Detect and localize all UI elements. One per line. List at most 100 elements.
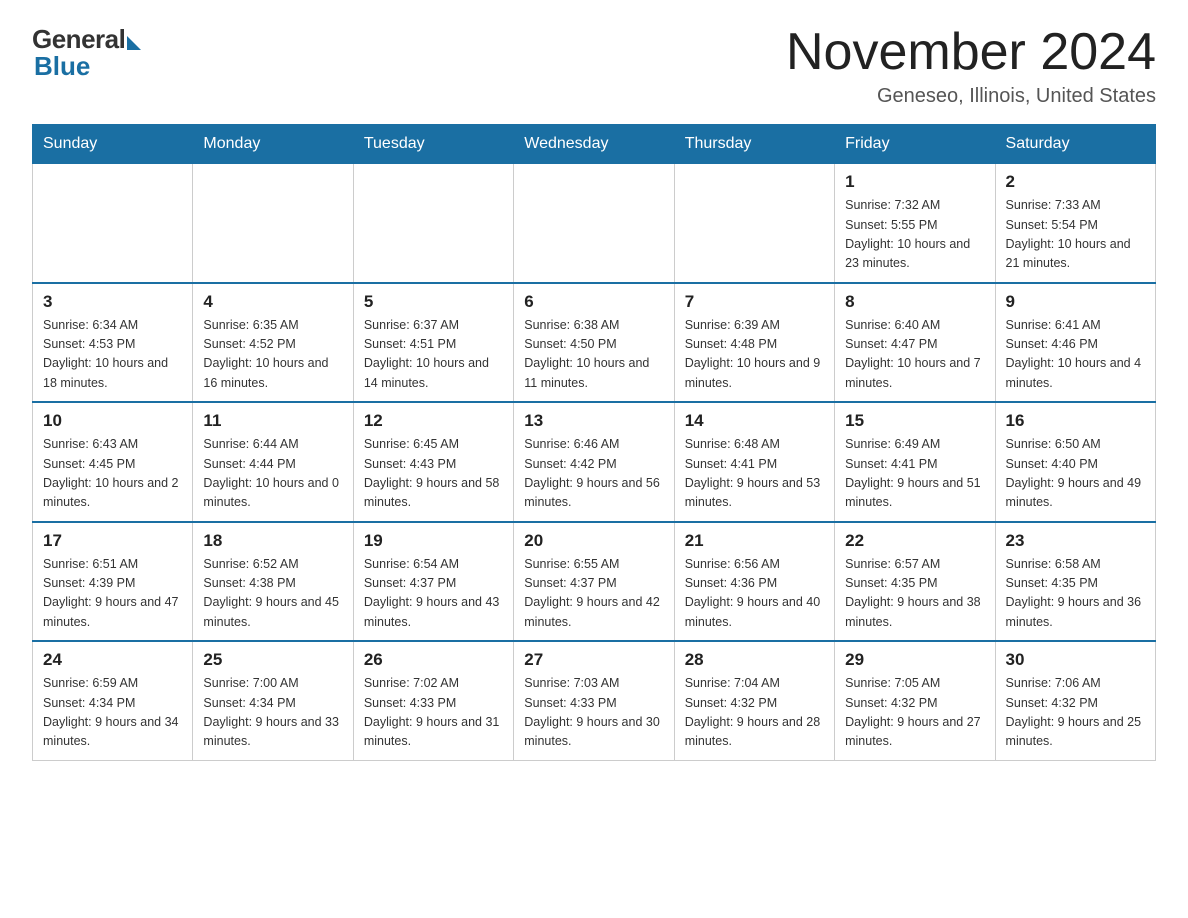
day-info: Sunrise: 6:48 AM Sunset: 4:41 PM Dayligh… [685,435,824,513]
day-cell-2-6: 16 Sunrise: 6:50 AM Sunset: 4:40 PM Dayli… [995,402,1155,522]
day-number: 14 [685,411,824,431]
day-number: 21 [685,531,824,551]
day-info: Sunrise: 6:39 AM Sunset: 4:48 PM Dayligh… [685,316,824,394]
day-cell-4-5: 29 Sunrise: 7:05 AM Sunset: 4:32 PM Dayli… [835,641,995,760]
day-info: Sunrise: 6:57 AM Sunset: 4:35 PM Dayligh… [845,555,984,633]
day-number: 17 [43,531,182,551]
day-cell-0-6: 2Sunrise: 7:33 AM Sunset: 5:54 PM Daylig… [995,164,1155,283]
day-cell-1-0: 3 Sunrise: 6:34 AM Sunset: 4:53 PM Daylig… [33,283,193,403]
day-number: 1 [845,172,984,192]
day-info: Sunrise: 7:04 AM Sunset: 4:32 PM Dayligh… [685,674,824,752]
day-info: Sunrise: 6:43 AM Sunset: 4:45 PM Dayligh… [43,435,182,513]
day-number: 5 [364,292,503,312]
header-monday: Monday [193,125,353,164]
day-number: 23 [1006,531,1145,551]
day-cell-1-1: 4Sunrise: 6:35 AM Sunset: 4:52 PM Daylig… [193,283,353,403]
day-info: Sunrise: 7:06 AM Sunset: 4:32 PM Dayligh… [1006,674,1145,752]
day-number: 25 [203,650,342,670]
day-info: Sunrise: 6:35 AM Sunset: 4:52 PM Dayligh… [203,316,342,394]
day-info: Sunrise: 6:37 AM Sunset: 4:51 PM Dayligh… [364,316,503,394]
location-subtitle: Geneseo, Illinois, United States [786,85,1156,108]
day-cell-3-4: 21Sunrise: 6:56 AM Sunset: 4:36 PM Dayli… [674,522,834,642]
calendar-table: Sunday Monday Tuesday Wednesday Thursday… [32,124,1156,761]
title-section: November 2024 Geneseo, Illinois, United … [786,24,1156,108]
day-info: Sunrise: 6:44 AM Sunset: 4:44 PM Dayligh… [203,435,342,513]
day-info: Sunrise: 6:46 AM Sunset: 4:42 PM Dayligh… [524,435,663,513]
day-number: 15 [845,411,984,431]
day-cell-3-1: 18Sunrise: 6:52 AM Sunset: 4:38 PM Dayli… [193,522,353,642]
day-info: Sunrise: 6:50 AM Sunset: 4:40 PM Dayligh… [1006,435,1145,513]
day-info: Sunrise: 6:41 AM Sunset: 4:46 PM Dayligh… [1006,316,1145,394]
week-row-1: 1 Sunrise: 7:32 AM Sunset: 5:55 PM Daylig… [33,164,1156,283]
logo-triangle-icon [127,36,141,50]
header-friday: Friday [835,125,995,164]
day-info: Sunrise: 6:52 AM Sunset: 4:38 PM Dayligh… [203,555,342,633]
day-number: 26 [364,650,503,670]
day-info: Sunrise: 7:00 AM Sunset: 4:34 PM Dayligh… [203,674,342,752]
day-number: 12 [364,411,503,431]
day-cell-3-2: 19 Sunrise: 6:54 AM Sunset: 4:37 PM Dayli… [353,522,513,642]
day-info: Sunrise: 6:55 AM Sunset: 4:37 PM Dayligh… [524,555,663,633]
day-number: 3 [43,292,182,312]
day-cell-3-6: 23 Sunrise: 6:58 AM Sunset: 4:35 PM Dayli… [995,522,1155,642]
day-number: 20 [524,531,663,551]
logo-blue-text: Blue [34,51,90,82]
day-number: 7 [685,292,824,312]
day-cell-4-0: 24 Sunrise: 6:59 AM Sunset: 4:34 PM Dayli… [33,641,193,760]
day-cell-2-4: 14 Sunrise: 6:48 AM Sunset: 4:41 PM Dayli… [674,402,834,522]
month-title: November 2024 [786,24,1156,81]
day-info: Sunrise: 7:05 AM Sunset: 4:32 PM Dayligh… [845,674,984,752]
day-cell-4-2: 26 Sunrise: 7:02 AM Sunset: 4:33 PM Dayli… [353,641,513,760]
day-info: Sunrise: 7:33 AM Sunset: 5:54 PM Dayligh… [1006,196,1145,274]
day-info: Sunrise: 6:38 AM Sunset: 4:50 PM Dayligh… [524,316,663,394]
day-number: 30 [1006,650,1145,670]
day-cell-4-3: 27 Sunrise: 7:03 AM Sunset: 4:33 PM Dayli… [514,641,674,760]
day-info: Sunrise: 6:40 AM Sunset: 4:47 PM Dayligh… [845,316,984,394]
day-cell-0-3 [514,164,674,283]
day-cell-0-1 [193,164,353,283]
day-cell-1-5: 8 Sunrise: 6:40 AM Sunset: 4:47 PM Daylig… [835,283,995,403]
day-info: Sunrise: 7:02 AM Sunset: 4:33 PM Dayligh… [364,674,503,752]
day-info: Sunrise: 6:58 AM Sunset: 4:35 PM Dayligh… [1006,555,1145,633]
week-row-2: 3 Sunrise: 6:34 AM Sunset: 4:53 PM Daylig… [33,283,1156,403]
day-cell-0-2 [353,164,513,283]
day-number: 27 [524,650,663,670]
day-info: Sunrise: 7:32 AM Sunset: 5:55 PM Dayligh… [845,196,984,274]
day-cell-4-4: 28Sunrise: 7:04 AM Sunset: 4:32 PM Dayli… [674,641,834,760]
day-info: Sunrise: 7:03 AM Sunset: 4:33 PM Dayligh… [524,674,663,752]
day-cell-1-3: 6Sunrise: 6:38 AM Sunset: 4:50 PM Daylig… [514,283,674,403]
day-cell-3-5: 22 Sunrise: 6:57 AM Sunset: 4:35 PM Dayli… [835,522,995,642]
week-row-3: 10Sunrise: 6:43 AM Sunset: 4:45 PM Dayli… [33,402,1156,522]
day-number: 24 [43,650,182,670]
day-info: Sunrise: 6:54 AM Sunset: 4:37 PM Dayligh… [364,555,503,633]
day-number: 22 [845,531,984,551]
header-wednesday: Wednesday [514,125,674,164]
day-cell-4-1: 25 Sunrise: 7:00 AM Sunset: 4:34 PM Dayli… [193,641,353,760]
header-saturday: Saturday [995,125,1155,164]
day-number: 8 [845,292,984,312]
day-number: 16 [1006,411,1145,431]
header: General Blue November 2024 Geneseo, Illi… [32,24,1156,108]
day-number: 9 [1006,292,1145,312]
weekday-header-row: Sunday Monday Tuesday Wednesday Thursday… [33,125,1156,164]
day-cell-2-3: 13 Sunrise: 6:46 AM Sunset: 4:42 PM Dayli… [514,402,674,522]
day-info: Sunrise: 6:59 AM Sunset: 4:34 PM Dayligh… [43,674,182,752]
day-cell-1-2: 5 Sunrise: 6:37 AM Sunset: 4:51 PM Daylig… [353,283,513,403]
day-cell-2-5: 15Sunrise: 6:49 AM Sunset: 4:41 PM Dayli… [835,402,995,522]
day-cell-3-3: 20 Sunrise: 6:55 AM Sunset: 4:37 PM Dayli… [514,522,674,642]
header-sunday: Sunday [33,125,193,164]
week-row-4: 17Sunrise: 6:51 AM Sunset: 4:39 PM Dayli… [33,522,1156,642]
day-cell-1-6: 9 Sunrise: 6:41 AM Sunset: 4:46 PM Daylig… [995,283,1155,403]
day-info: Sunrise: 6:34 AM Sunset: 4:53 PM Dayligh… [43,316,182,394]
day-cell-2-2: 12Sunrise: 6:45 AM Sunset: 4:43 PM Dayli… [353,402,513,522]
day-cell-3-0: 17Sunrise: 6:51 AM Sunset: 4:39 PM Dayli… [33,522,193,642]
day-cell-2-1: 11Sunrise: 6:44 AM Sunset: 4:44 PM Dayli… [193,402,353,522]
day-number: 19 [364,531,503,551]
day-number: 29 [845,650,984,670]
day-cell-4-6: 30 Sunrise: 7:06 AM Sunset: 4:32 PM Dayli… [995,641,1155,760]
day-number: 13 [524,411,663,431]
day-cell-2-0: 10Sunrise: 6:43 AM Sunset: 4:45 PM Dayli… [33,402,193,522]
day-cell-0-0 [33,164,193,283]
logo: General Blue [32,24,141,82]
week-row-5: 24 Sunrise: 6:59 AM Sunset: 4:34 PM Dayli… [33,641,1156,760]
